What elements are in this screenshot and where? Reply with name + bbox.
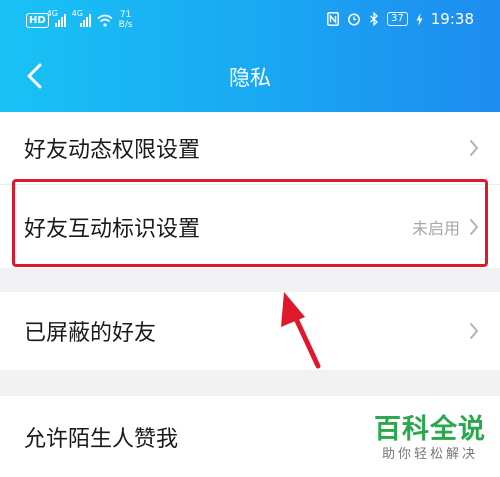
alarm-icon — [348, 13, 360, 26]
setting-label: 好友动态权限设置 — [24, 138, 201, 163]
watermark-logo: 百科全说 助你轻松解决 — [374, 414, 486, 464]
setting-row-friend-feed-permission[interactable]: 好友动态权限设置 — [0, 112, 500, 184]
nav-bar: 隐私 — [0, 40, 500, 112]
nfc-icon — [327, 12, 340, 26]
wifi-icon — [97, 14, 113, 27]
hd-badge: HD — [26, 12, 49, 28]
page-title: 隐私 — [229, 66, 271, 90]
chevron-right-icon — [470, 140, 479, 156]
setting-label: 已屏蔽的好友 — [24, 321, 157, 346]
network-speed: 71 B/s — [118, 10, 133, 30]
bluetooth-icon — [370, 12, 378, 26]
setting-row-blocked-friends[interactable]: 已屏蔽的好友 — [0, 292, 500, 370]
app-header: HD 4G 4G 71 B/s 37 19:38 隐私 — [0, 0, 500, 112]
watermark-title: 百科全说 — [374, 414, 486, 445]
battery-icon: 37 — [387, 12, 408, 26]
clock: 19:38 — [430, 10, 474, 28]
charging-icon — [416, 12, 423, 26]
status-bar: HD 4G 4G 71 B/s 37 19:38 — [0, 0, 500, 40]
chevron-right-icon — [470, 323, 479, 339]
highlight-box — [12, 179, 488, 267]
watermark-subtitle: 助你轻松解决 — [381, 447, 478, 462]
setting-label: 允许陌生人赞我 — [24, 426, 179, 452]
signal-icon: 4G — [47, 9, 66, 27]
signal-icon-2: 4G — [72, 9, 91, 27]
